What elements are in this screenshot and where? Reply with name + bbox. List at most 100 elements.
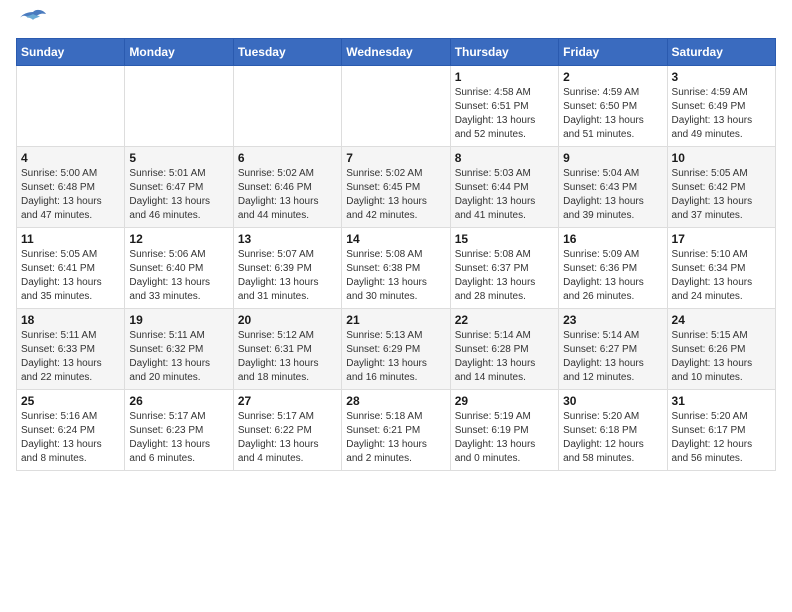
day-number: 9 xyxy=(563,151,662,165)
calendar-cell: 20 Sunrise: 5:12 AM Sunset: 6:31 PM Dayli… xyxy=(233,309,341,390)
day-number: 27 xyxy=(238,394,337,408)
logo xyxy=(16,16,48,30)
day-number: 8 xyxy=(455,151,554,165)
day-number: 11 xyxy=(21,232,120,246)
day-number: 13 xyxy=(238,232,337,246)
day-info: Sunrise: 5:19 AM Sunset: 6:19 PM Dayligh… xyxy=(455,410,554,466)
day-info: Sunrise: 5:14 AM Sunset: 6:28 PM Dayligh… xyxy=(455,329,554,385)
day-number: 14 xyxy=(346,232,445,246)
calendar-cell: 14 Sunrise: 5:08 AM Sunset: 6:38 PM Dayli… xyxy=(342,228,450,309)
day-info: Sunrise: 5:12 AM Sunset: 6:31 PM Dayligh… xyxy=(238,329,337,385)
day-info: Sunrise: 5:04 AM Sunset: 6:43 PM Dayligh… xyxy=(563,167,662,223)
calendar-week-row: 18 Sunrise: 5:11 AM Sunset: 6:33 PM Dayli… xyxy=(17,309,776,390)
calendar-cell: 3 Sunrise: 4:59 AM Sunset: 6:49 PM Daylig… xyxy=(667,66,775,147)
calendar-cell xyxy=(342,66,450,147)
day-info: Sunrise: 5:20 AM Sunset: 6:18 PM Dayligh… xyxy=(563,410,662,466)
calendar-cell: 11Sunrise: 5:05 AM Sunset: 6:41 PM Dayli… xyxy=(17,228,125,309)
day-info: Sunrise: 5:00 AM Sunset: 6:48 PM Dayligh… xyxy=(21,167,120,223)
day-number: 10 xyxy=(672,151,771,165)
calendar-cell: 7Sunrise: 5:02 AM Sunset: 6:45 PM Daylig… xyxy=(342,147,450,228)
day-number: 12 xyxy=(129,232,228,246)
calendar-cell: 29Sunrise: 5:19 AM Sunset: 6:19 PM Dayli… xyxy=(450,390,558,471)
day-info: Sunrise: 5:11 AM Sunset: 6:33 PM Dayligh… xyxy=(21,329,120,385)
day-info: Sunrise: 5:17 AM Sunset: 6:23 PM Dayligh… xyxy=(129,410,228,466)
calendar-cell: 6 Sunrise: 5:02 AM Sunset: 6:46 PM Daylig… xyxy=(233,147,341,228)
day-info: Sunrise: 4:59 AM Sunset: 6:49 PM Dayligh… xyxy=(672,86,771,142)
day-number: 28 xyxy=(346,394,445,408)
calendar-cell: 12Sunrise: 5:06 AM Sunset: 6:40 PM Dayli… xyxy=(125,228,233,309)
calendar-table: SundayMondayTuesdayWednesdayThursdayFrid… xyxy=(16,38,776,471)
day-info: Sunrise: 5:09 AM Sunset: 6:36 PM Dayligh… xyxy=(563,248,662,304)
day-info: Sunrise: 5:14 AM Sunset: 6:27 PM Dayligh… xyxy=(563,329,662,385)
day-number: 3 xyxy=(672,70,771,84)
day-info: Sunrise: 5:08 AM Sunset: 6:38 PM Dayligh… xyxy=(346,248,445,304)
day-number: 31 xyxy=(672,394,771,408)
day-number: 19 xyxy=(129,313,228,327)
weekday-header-monday: Monday xyxy=(125,39,233,66)
day-info: Sunrise: 5:10 AM Sunset: 6:34 PM Dayligh… xyxy=(672,248,771,304)
calendar-week-row: 4Sunrise: 5:00 AM Sunset: 6:48 PM Daylig… xyxy=(17,147,776,228)
day-info: Sunrise: 5:17 AM Sunset: 6:22 PM Dayligh… xyxy=(238,410,337,466)
calendar-week-row: 25 Sunrise: 5:16 AM Sunset: 6:24 PM Dayli… xyxy=(17,390,776,471)
calendar-cell: 9 Sunrise: 5:04 AM Sunset: 6:43 PM Daylig… xyxy=(559,147,667,228)
day-info: Sunrise: 5:16 AM Sunset: 6:24 PM Dayligh… xyxy=(21,410,120,466)
day-info: Sunrise: 4:59 AM Sunset: 6:50 PM Dayligh… xyxy=(563,86,662,142)
calendar-cell: 8Sunrise: 5:03 AM Sunset: 6:44 PM Daylig… xyxy=(450,147,558,228)
day-number: 6 xyxy=(238,151,337,165)
day-info: Sunrise: 5:02 AM Sunset: 6:45 PM Dayligh… xyxy=(346,167,445,223)
calendar-cell: 22 Sunrise: 5:14 AM Sunset: 6:28 PM Dayli… xyxy=(450,309,558,390)
day-info: Sunrise: 5:07 AM Sunset: 6:39 PM Dayligh… xyxy=(238,248,337,304)
day-number: 21 xyxy=(346,313,445,327)
day-number: 23 xyxy=(563,313,662,327)
calendar-header: SundayMondayTuesdayWednesdayThursdayFrid… xyxy=(17,39,776,66)
day-number: 25 xyxy=(21,394,120,408)
weekday-header-row: SundayMondayTuesdayWednesdayThursdayFrid… xyxy=(17,39,776,66)
calendar-cell: 16 Sunrise: 5:09 AM Sunset: 6:36 PM Dayli… xyxy=(559,228,667,309)
day-number: 22 xyxy=(455,313,554,327)
weekday-header-friday: Friday xyxy=(559,39,667,66)
day-info: Sunrise: 5:02 AM Sunset: 6:46 PM Dayligh… xyxy=(238,167,337,223)
calendar-cell: 18 Sunrise: 5:11 AM Sunset: 6:33 PM Dayli… xyxy=(17,309,125,390)
day-number: 18 xyxy=(21,313,120,327)
calendar-cell: 24Sunrise: 5:15 AM Sunset: 6:26 PM Dayli… xyxy=(667,309,775,390)
calendar-cell xyxy=(233,66,341,147)
page-header xyxy=(16,16,776,30)
calendar-cell: 23 Sunrise: 5:14 AM Sunset: 6:27 PM Dayli… xyxy=(559,309,667,390)
day-number: 26 xyxy=(129,394,228,408)
calendar-week-row: 11Sunrise: 5:05 AM Sunset: 6:41 PM Dayli… xyxy=(17,228,776,309)
calendar-cell: 15 Sunrise: 5:08 AM Sunset: 6:37 PM Dayli… xyxy=(450,228,558,309)
weekday-header-tuesday: Tuesday xyxy=(233,39,341,66)
day-number: 15 xyxy=(455,232,554,246)
day-info: Sunrise: 5:08 AM Sunset: 6:37 PM Dayligh… xyxy=(455,248,554,304)
calendar-cell xyxy=(125,66,233,147)
calendar-body: 1 Sunrise: 4:58 AM Sunset: 6:51 PM Daylig… xyxy=(17,66,776,471)
calendar-cell: 31Sunrise: 5:20 AM Sunset: 6:17 PM Dayli… xyxy=(667,390,775,471)
calendar-cell: 2 Sunrise: 4:59 AM Sunset: 6:50 PM Daylig… xyxy=(559,66,667,147)
day-number: 1 xyxy=(455,70,554,84)
calendar-cell: 21Sunrise: 5:13 AM Sunset: 6:29 PM Dayli… xyxy=(342,309,450,390)
calendar-cell: 25 Sunrise: 5:16 AM Sunset: 6:24 PM Dayli… xyxy=(17,390,125,471)
calendar-cell: 5Sunrise: 5:01 AM Sunset: 6:47 PM Daylig… xyxy=(125,147,233,228)
day-info: Sunrise: 5:05 AM Sunset: 6:42 PM Dayligh… xyxy=(672,167,771,223)
day-number: 20 xyxy=(238,313,337,327)
weekday-header-wednesday: Wednesday xyxy=(342,39,450,66)
day-info: Sunrise: 5:15 AM Sunset: 6:26 PM Dayligh… xyxy=(672,329,771,385)
calendar-cell: 17 Sunrise: 5:10 AM Sunset: 6:34 PM Dayli… xyxy=(667,228,775,309)
day-number: 30 xyxy=(563,394,662,408)
calendar-cell: 26 Sunrise: 5:17 AM Sunset: 6:23 PM Dayli… xyxy=(125,390,233,471)
calendar-cell: 28Sunrise: 5:18 AM Sunset: 6:21 PM Dayli… xyxy=(342,390,450,471)
logo-bird-icon xyxy=(18,8,48,30)
day-number: 17 xyxy=(672,232,771,246)
calendar-cell: 4Sunrise: 5:00 AM Sunset: 6:48 PM Daylig… xyxy=(17,147,125,228)
weekday-header-sunday: Sunday xyxy=(17,39,125,66)
day-info: Sunrise: 4:58 AM Sunset: 6:51 PM Dayligh… xyxy=(455,86,554,142)
day-info: Sunrise: 5:11 AM Sunset: 6:32 PM Dayligh… xyxy=(129,329,228,385)
calendar-week-row: 1 Sunrise: 4:58 AM Sunset: 6:51 PM Daylig… xyxy=(17,66,776,147)
day-number: 16 xyxy=(563,232,662,246)
calendar-cell: 10 Sunrise: 5:05 AM Sunset: 6:42 PM Dayli… xyxy=(667,147,775,228)
day-number: 2 xyxy=(563,70,662,84)
weekday-header-saturday: Saturday xyxy=(667,39,775,66)
calendar-cell: 30 Sunrise: 5:20 AM Sunset: 6:18 PM Dayli… xyxy=(559,390,667,471)
day-info: Sunrise: 5:01 AM Sunset: 6:47 PM Dayligh… xyxy=(129,167,228,223)
calendar-cell: 27 Sunrise: 5:17 AM Sunset: 6:22 PM Dayli… xyxy=(233,390,341,471)
